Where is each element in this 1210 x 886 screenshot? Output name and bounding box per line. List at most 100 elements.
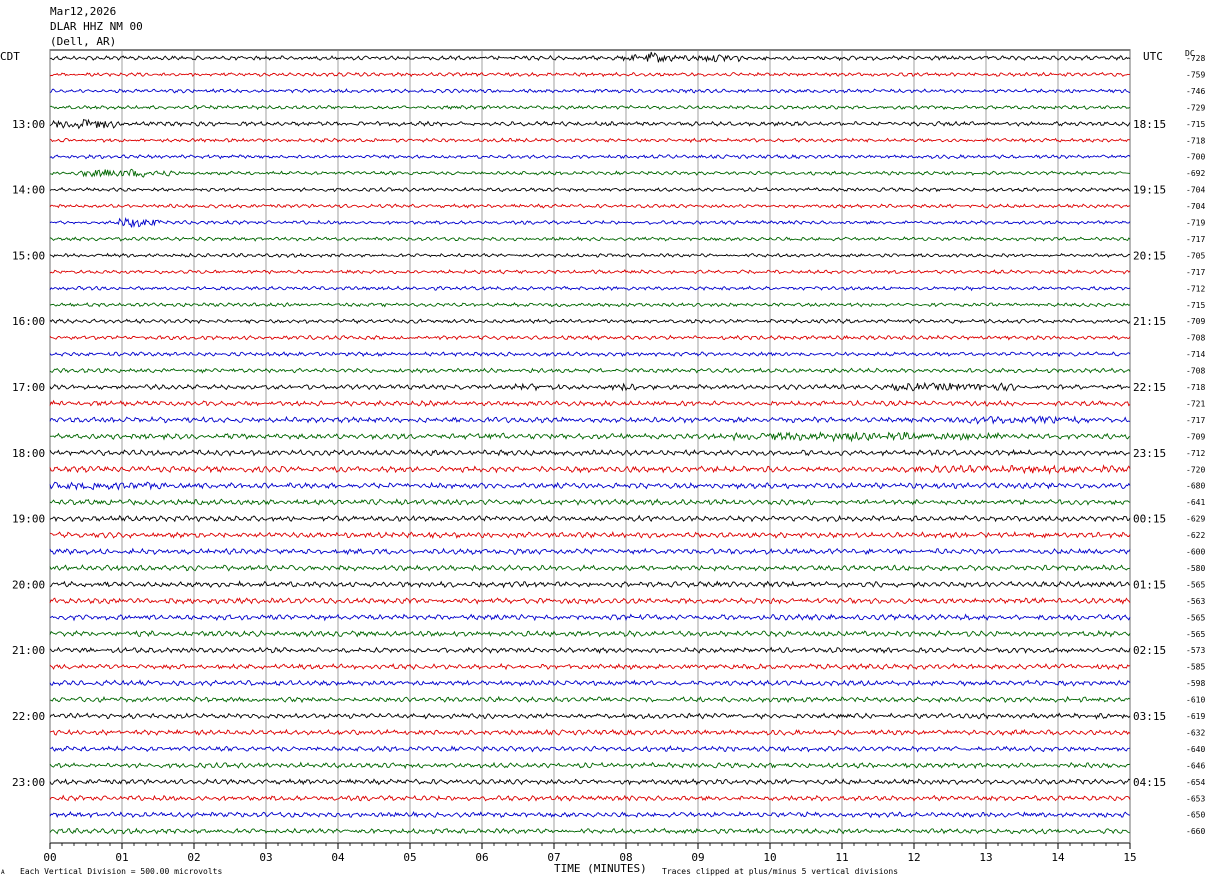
- left-hour-label: 15:00: [12, 249, 45, 262]
- dc-offset-label: -708: [1186, 334, 1205, 343]
- x-tick-label: 06: [475, 851, 488, 864]
- minute-gridlines: [49, 49, 1131, 849]
- dc-offset-label: -580: [1186, 564, 1205, 573]
- dc-offset-label: -619: [1186, 712, 1205, 721]
- trace-line: [49, 498, 1131, 506]
- trace-line: [49, 646, 1131, 654]
- x-tick-label: 11: [835, 851, 848, 864]
- trace-line: [49, 236, 1131, 242]
- seismogram-traces: [49, 51, 1131, 835]
- trace-line: [49, 399, 1131, 407]
- left-hour-label: 13:00: [12, 118, 45, 131]
- trace-line: [49, 168, 1131, 178]
- trace-line: [49, 318, 1131, 325]
- left-hour-label: 17:00: [12, 381, 45, 394]
- dc-offset-label: -712: [1186, 284, 1205, 293]
- dc-offset-label: -692: [1186, 169, 1205, 178]
- trace-line: [49, 285, 1131, 292]
- x-tick-label: 10: [763, 851, 776, 864]
- trace-line: [49, 104, 1131, 111]
- trace-line: [49, 252, 1131, 258]
- right-hour-label: 18:15: [1133, 118, 1166, 131]
- trace-line: [49, 71, 1131, 78]
- x-tick-label: 15: [1123, 851, 1136, 864]
- trace-line: [49, 827, 1131, 835]
- right-hour-label: 20:15: [1133, 249, 1166, 262]
- dc-offset-label: -717: [1186, 416, 1205, 425]
- dc-offset-label: -660: [1186, 827, 1205, 836]
- trace-line: [49, 547, 1131, 556]
- trace-line: [49, 88, 1131, 94]
- dc-offset-label: -632: [1186, 728, 1205, 737]
- trace-line: [49, 464, 1131, 475]
- dc-offset-label: -600: [1186, 548, 1205, 557]
- trace-line: [49, 51, 1131, 63]
- dc-offset-label: -717: [1186, 235, 1205, 244]
- left-hour-label: 22:00: [12, 710, 45, 723]
- helicorder-plot: 00 01 02 03 04 05 06 07 08 09 10 11 12 13 14 15 -728 -759…: [12, 49, 1205, 864]
- trace-line: [49, 351, 1131, 358]
- left-hour-label: 14:00: [12, 184, 45, 197]
- trace-line: [49, 217, 1131, 228]
- dc-offset-label: -709: [1186, 432, 1205, 441]
- trace-line: [49, 679, 1131, 687]
- dc-offset-label: -715: [1186, 301, 1205, 310]
- dc-offset-label: -629: [1186, 515, 1205, 524]
- trace-line: [49, 367, 1131, 374]
- axis-labels: 00 01 02 03 04 05 06 07 08 09 10 11 12 13 14 15 -728 -759…: [12, 54, 1205, 864]
- trace-line: [49, 662, 1131, 671]
- trace-line: [49, 613, 1131, 622]
- x-tick-label: 00: [43, 851, 56, 864]
- trace-line: [49, 761, 1131, 770]
- dc-offset-label: -729: [1186, 103, 1205, 112]
- dc-offset-label: -718: [1186, 383, 1205, 392]
- dc-offset-label: -721: [1186, 399, 1205, 408]
- dc-offset-label: -641: [1186, 498, 1205, 507]
- right-hour-label: 00:15: [1133, 513, 1166, 526]
- right-hour-label: 02:15: [1133, 644, 1166, 657]
- trace-line: [49, 695, 1131, 704]
- left-hour-label: 20:00: [12, 578, 45, 591]
- x-tick-label: 04: [331, 851, 345, 864]
- left-hour-label: 16:00: [12, 315, 45, 328]
- trace-line: [49, 448, 1131, 457]
- dc-offset-label: -705: [1186, 251, 1205, 260]
- trace-line: [49, 564, 1131, 572]
- dc-offset-label: -565: [1186, 630, 1205, 639]
- dc-offset-label: -717: [1186, 268, 1205, 277]
- dc-offset-label: -585: [1186, 663, 1205, 672]
- dc-offset-label: -719: [1186, 219, 1205, 228]
- x-tick-label: 07: [547, 851, 560, 864]
- dc-offset-label: -654: [1186, 778, 1205, 787]
- right-hour-label: 01:15: [1133, 578, 1166, 591]
- dc-offset-label: -640: [1186, 745, 1205, 754]
- right-hour-label: 04:15: [1133, 776, 1166, 789]
- dc-offset-label: -728: [1186, 54, 1205, 63]
- dc-offset-label: -650: [1186, 811, 1205, 820]
- trace-line: [49, 153, 1131, 160]
- dc-offset-label: -714: [1186, 350, 1205, 359]
- left-hour-label: 19:00: [12, 513, 45, 526]
- dc-offset-label: -646: [1186, 761, 1205, 770]
- dc-offset-label: -718: [1186, 136, 1205, 145]
- trace-line: [49, 186, 1131, 193]
- x-tick-label: 01: [115, 851, 128, 864]
- dc-offset-label: -622: [1186, 531, 1205, 540]
- trace-line: [49, 794, 1131, 802]
- trace-line: [49, 728, 1131, 736]
- dc-offset-label: -708: [1186, 367, 1205, 376]
- dc-offset-label: -720: [1186, 465, 1205, 474]
- plot-frame: [49, 49, 1131, 844]
- trace-line: [49, 531, 1131, 540]
- x-tick-label: 05: [403, 851, 416, 864]
- trace-line: [49, 712, 1131, 720]
- dc-offset-label: -712: [1186, 449, 1205, 458]
- dc-offset-label: -715: [1186, 120, 1205, 129]
- dc-offset-label: -680: [1186, 482, 1205, 491]
- x-tick-label: 02: [187, 851, 200, 864]
- dc-offset-label: -565: [1186, 580, 1205, 589]
- trace-line: [49, 302, 1131, 308]
- dc-offset-label: -653: [1186, 794, 1205, 803]
- right-hour-label: 21:15: [1133, 315, 1166, 328]
- dc-offset-label: -565: [1186, 613, 1205, 622]
